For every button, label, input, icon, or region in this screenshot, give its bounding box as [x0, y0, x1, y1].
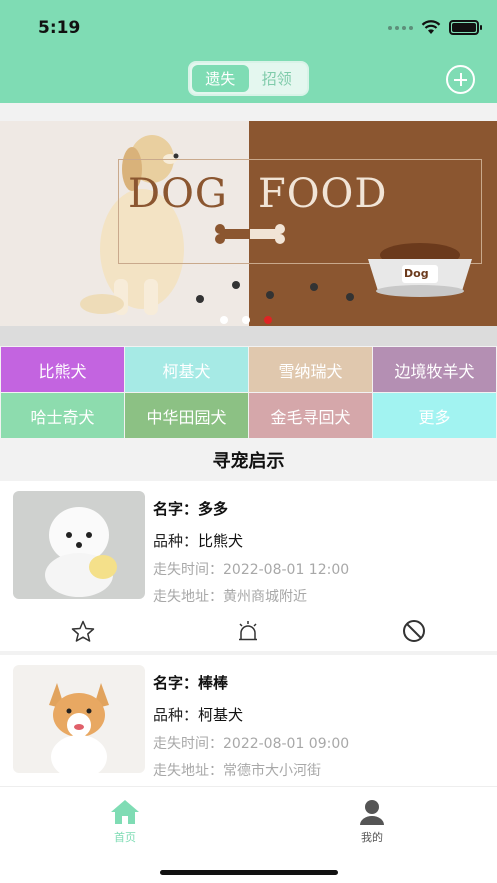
tab-lost[interactable]: 遗失	[192, 65, 249, 92]
pet-name: 多多	[198, 500, 229, 518]
breed-label: 品种：	[153, 532, 199, 550]
pet-name: 棒棒	[198, 674, 229, 692]
carousel-indicator	[220, 316, 272, 324]
breed-2[interactable]: 雪纳瑞犬	[249, 347, 372, 392]
pet-lost-address: 常德市大小河街	[223, 763, 321, 779]
paw-prints-icon	[196, 281, 354, 303]
section-title: 寻宠启示	[212, 451, 285, 472]
pet-card[interactable]: 名字：棒棒 品种：柯基犬 走失时间：2022-08-01 09:00 走失地址：…	[0, 655, 497, 786]
breed-0[interactable]: 比熊犬	[1, 347, 124, 392]
bone-icon	[215, 224, 285, 244]
pet-card[interactable]: 名字：多多 品种：比熊犬 走失时间：2022-08-01 12:00 走失地址：…	[0, 481, 497, 651]
battery-icon	[449, 20, 482, 35]
tab-home-label: 首页	[114, 831, 136, 844]
name-label: 名字：	[153, 674, 199, 692]
tab-found[interactable]: 招领	[249, 65, 306, 92]
wifi-icon	[421, 20, 441, 34]
header: 5:19 遗失 招领	[0, 0, 497, 103]
address-label: 走失地址：	[153, 763, 223, 779]
indicator-dot-active[interactable]	[264, 316, 272, 324]
banner-carousel[interactable]: DOG FOOD Dog	[0, 121, 497, 326]
indicator-dot[interactable]	[220, 316, 228, 324]
pet-breed: 柯基犬	[198, 706, 244, 724]
address-label: 走失地址：	[153, 589, 223, 605]
add-button[interactable]	[446, 65, 475, 94]
signal-dots-icon	[388, 25, 413, 30]
pet-lost-time: 2022-08-01 09:00	[223, 736, 350, 752]
breed-label: 品种：	[153, 706, 199, 724]
status-icons	[388, 20, 482, 35]
pet-breed: 比熊犬	[198, 532, 244, 550]
block-button[interactable]	[398, 617, 430, 645]
breed-4[interactable]: 哈士奇犬	[1, 393, 124, 438]
pet-photo	[13, 491, 145, 599]
name-label: 名字：	[153, 500, 199, 518]
banner-text-dog: DOG	[128, 171, 228, 217]
breed-5[interactable]: 中华田园犬	[125, 393, 248, 438]
pet-photo	[13, 665, 145, 773]
tab-mine[interactable]: 我的	[342, 799, 402, 845]
breed-7[interactable]: 更多	[373, 393, 496, 438]
favorite-button[interactable]	[67, 617, 99, 645]
lost-found-segment: 遗失 招领	[188, 61, 309, 96]
indicator-dot[interactable]	[242, 316, 250, 324]
pet-lost-time: 2022-08-01 12:00	[223, 562, 350, 578]
card-actions	[0, 617, 497, 651]
block-icon	[403, 620, 425, 642]
pet-lost-address: 黄州商城附近	[223, 589, 307, 605]
star-icon	[71, 620, 95, 642]
tab-mine-label: 我的	[361, 831, 383, 844]
tab-bar: 首页 我的	[0, 786, 497, 883]
home-icon	[111, 800, 139, 824]
banner-text-food: FOOD	[258, 171, 388, 217]
time-label: 走失时间：	[153, 736, 223, 752]
breed-1[interactable]: 柯基犬	[125, 347, 248, 392]
siren-icon	[239, 621, 257, 641]
time-label: 走失时间：	[153, 562, 223, 578]
bowl-label: Dog	[404, 267, 429, 280]
breed-grid: 比熊犬 柯基犬 雪纳瑞犬 边境牧羊犬哈士奇犬 中华田园犬 金毛寻回犬 更多	[0, 347, 497, 438]
breed-6[interactable]: 金毛寻回犬	[249, 393, 372, 438]
breed-3[interactable]: 边境牧羊犬	[373, 347, 496, 392]
status-time: 5:19	[38, 18, 81, 38]
tab-home[interactable]: 首页	[95, 799, 155, 845]
user-icon	[360, 800, 384, 825]
home-indicator	[160, 870, 338, 875]
alarm-button[interactable]	[232, 617, 264, 645]
